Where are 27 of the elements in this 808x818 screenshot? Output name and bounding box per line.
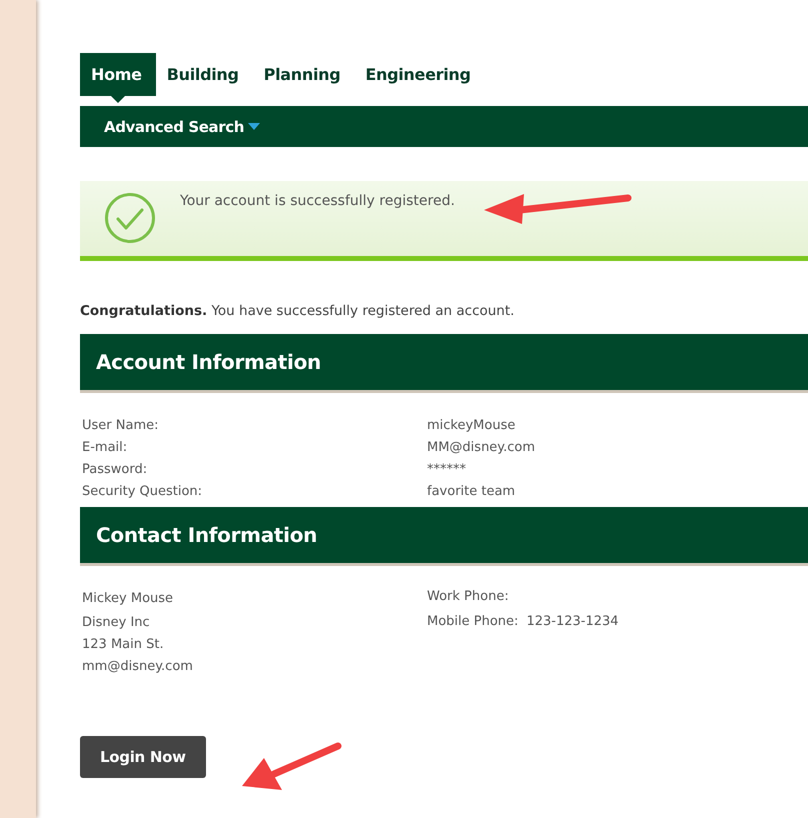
section-title: Contact Information xyxy=(96,523,318,547)
contact-line: 123 Main St. xyxy=(82,637,165,652)
field-value: mickeyMouse xyxy=(427,418,516,433)
nav-tab[interactable]: Building xyxy=(156,53,253,96)
contact-line: Disney Inc xyxy=(82,615,151,630)
nav-tab[interactable]: Engineering xyxy=(354,53,485,96)
field-label: Work Phone: xyxy=(427,589,509,604)
login-button[interactable]: Login Now xyxy=(80,736,206,778)
caret-icon xyxy=(248,123,260,130)
advanced-search-menu[interactable]: Advanced Search xyxy=(104,118,260,136)
field-value: 123-123-1234 xyxy=(526,614,619,629)
contact-line: mm@disney.com xyxy=(82,659,194,674)
field-value: MM@disney.com xyxy=(427,440,536,455)
field-value: ****** xyxy=(427,462,467,477)
field-label: User Name: xyxy=(82,418,160,433)
field-value: favorite team xyxy=(427,484,516,499)
field-label: Security Question: xyxy=(82,484,204,499)
section-title: Account Information xyxy=(96,350,321,374)
tab-pointer-icon xyxy=(111,96,125,103)
field-label: Password: xyxy=(82,462,148,477)
field-label: E-mail: xyxy=(82,440,128,455)
nav-tab[interactable]: Planning xyxy=(252,53,354,96)
check-circle-icon xyxy=(104,192,156,244)
contact-line: Mickey Mouse xyxy=(82,591,174,606)
field-label: Mobile Phone: xyxy=(427,614,518,629)
success-message: Your account is successfully registered. xyxy=(180,193,455,209)
confirmation-text: Congratulations. You have successfully registered an account. xyxy=(80,303,516,319)
